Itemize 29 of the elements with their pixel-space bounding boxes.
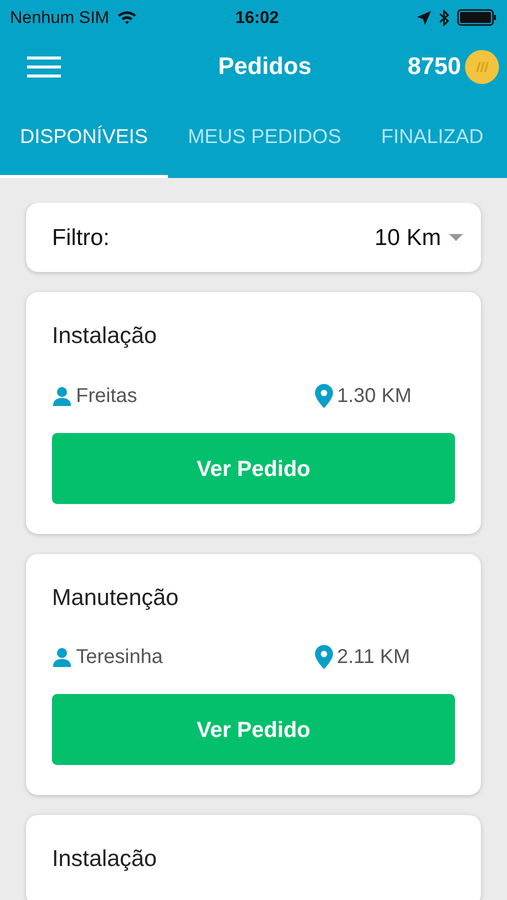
order-title: Manutenção — [52, 582, 180, 612]
person-icon — [52, 647, 72, 667]
location-pin-icon — [315, 384, 333, 408]
carrier-name: Nenhum SIM — [10, 6, 110, 29]
wifi-icon — [117, 10, 138, 25]
bluetooth-icon — [439, 10, 449, 26]
distance: 2.11 KM — [337, 645, 410, 670]
coin-icon — [465, 50, 499, 84]
view-order-button[interactable]: Ver Pedido — [52, 694, 455, 765]
tab[interactable]: MEUS PEDIDOS — [168, 98, 362, 178]
status-time: 16:02 — [235, 6, 280, 29]
order-title: Instalação — [52, 321, 158, 350]
location-arrow-icon — [417, 10, 431, 24]
filter-dropdown[interactable]: 10 Km — [374, 220, 463, 255]
coin-balance: 8750 — [408, 52, 461, 82]
distance: 1.30 KM — [337, 384, 412, 408]
menu-icon[interactable] — [26, 56, 62, 78]
view-order-button[interactable]: Ver Pedido — [52, 432, 455, 504]
client-name: Freitas — [76, 384, 138, 408]
page-title: Pedidos — [218, 52, 312, 82]
person-icon — [52, 386, 72, 406]
tab[interactable]: FINALIZAD — [361, 98, 484, 178]
caret-icon — [449, 234, 463, 242]
client-name: Teresinha — [76, 645, 163, 670]
location-pin-icon — [315, 645, 333, 669]
filter-label: Filtro: — [52, 223, 110, 252]
order-title: Instalação — [52, 844, 158, 873]
battery-icon — [457, 9, 497, 26]
tab[interactable]: DISPONÍVEIS — [0, 98, 168, 178]
